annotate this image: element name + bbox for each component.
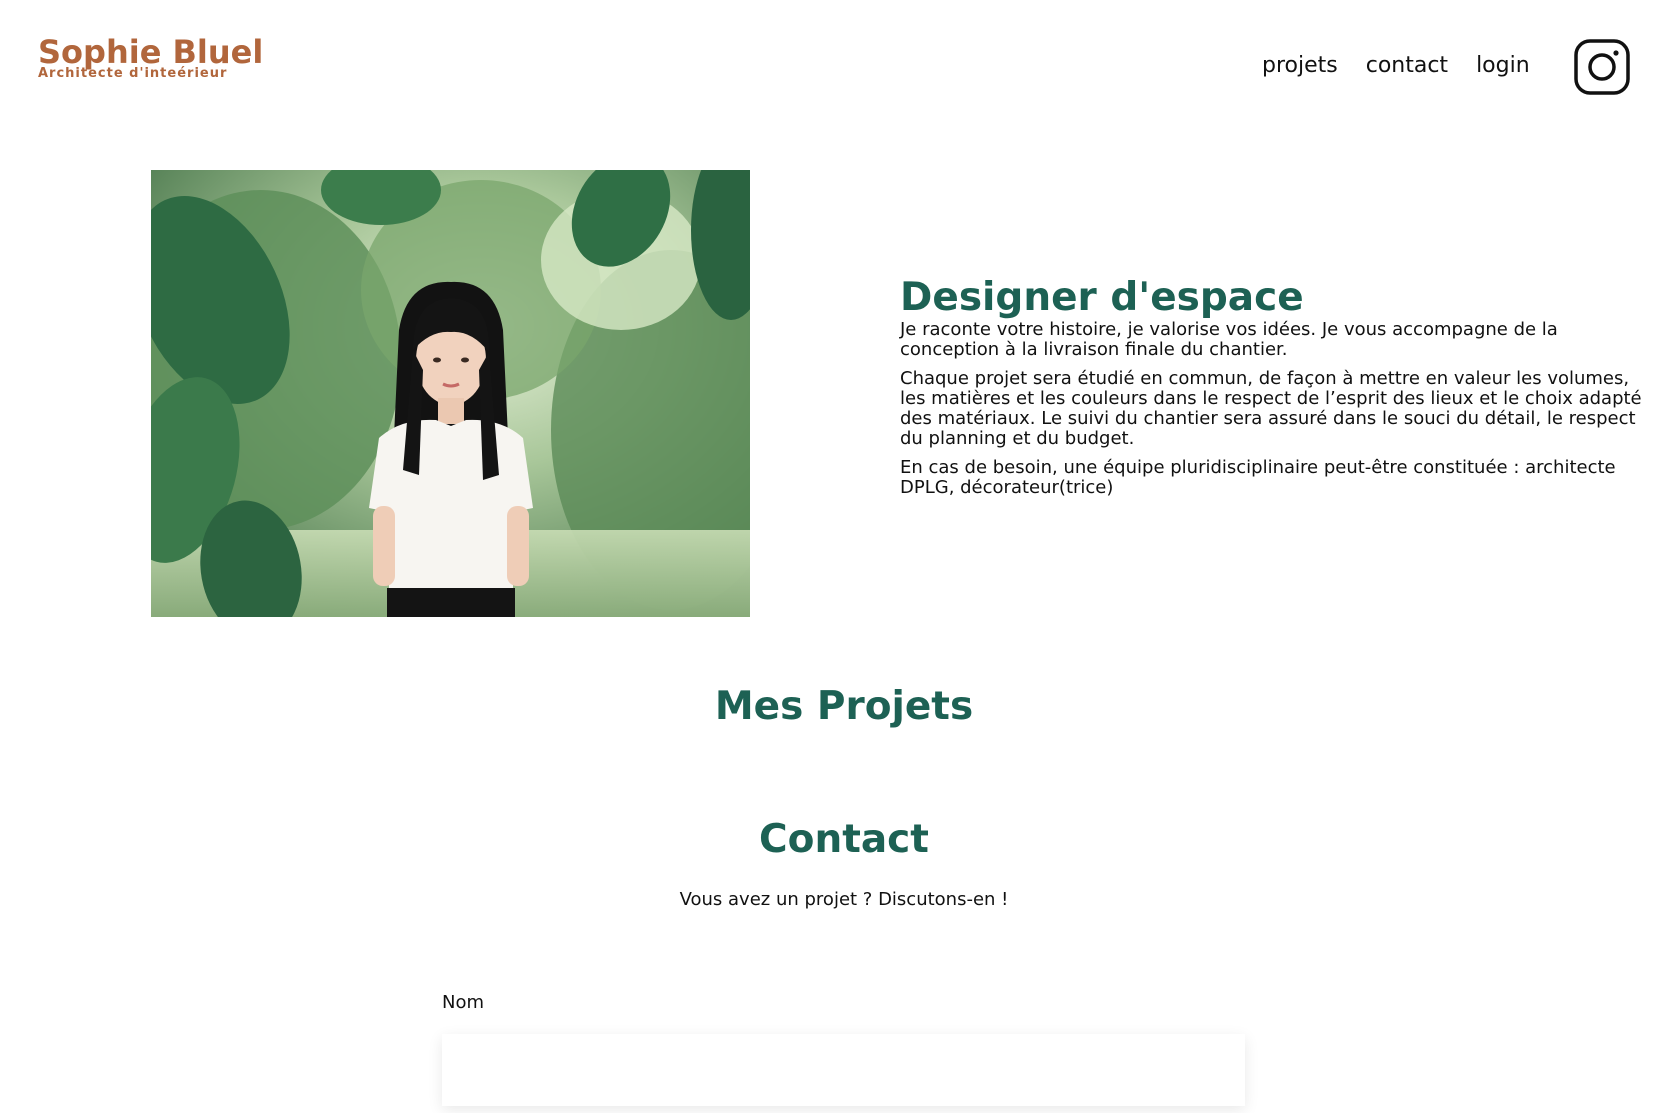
portrait-photo <box>151 170 750 617</box>
brand-name: Sophie Bluel <box>38 33 264 71</box>
introduction-paragraph-3: En cas de besoin, une équipe pluridiscip… <box>900 457 1616 498</box>
contact-subtitle: Vous avez un projet ? Discutons-en ! <box>679 889 1009 910</box>
nav-link-projects[interactable]: projets <box>1262 52 1338 80</box>
introduction-title: Designer d'espace <box>900 275 1304 320</box>
nav-link-contact[interactable]: contact <box>1366 52 1448 80</box>
contact-title: Contact <box>759 817 929 862</box>
name-label: Nom <box>442 992 485 1013</box>
name-input[interactable] <box>442 1034 1245 1106</box>
logo[interactable]: Sophie Bluel Architecte d'inteérieur <box>38 34 263 82</box>
introduction-article: Designer d'espace Je raconte votre histo… <box>900 276 1650 507</box>
introduction-paragraph-1: Je raconte votre histoire, je valorise v… <box>900 319 1558 360</box>
instagram-icon[interactable] <box>1573 38 1631 96</box>
portfolio-title: Mes Projets <box>714 684 974 729</box>
main-nav: projets contact login <box>1262 52 1530 80</box>
introduction-paragraph-2: Chaque projet sera étudié en commun, de … <box>900 368 1642 449</box>
nav-link-login[interactable]: login <box>1476 52 1530 80</box>
page: Sophie Bluel Architecte d'inteérieur pro… <box>0 0 1673 1113</box>
